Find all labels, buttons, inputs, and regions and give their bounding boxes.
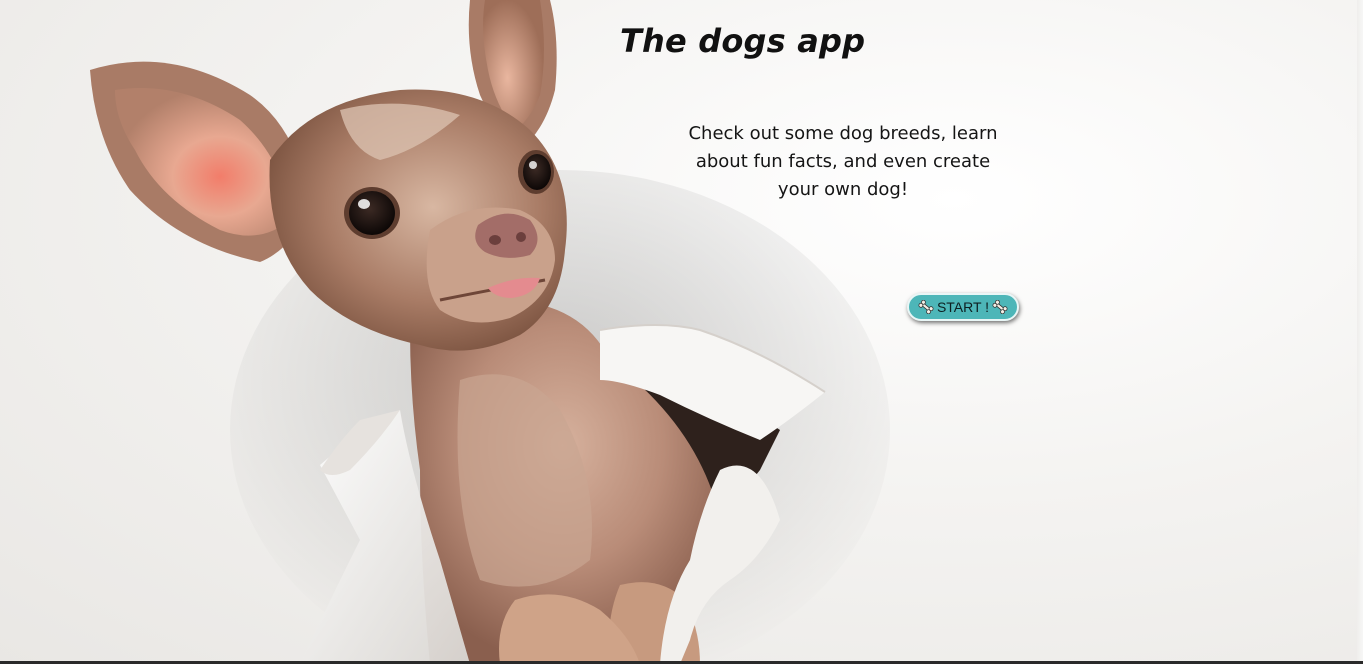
- start-button[interactable]: START !: [907, 293, 1019, 321]
- chihuahua-hero-image: [90, 0, 890, 664]
- page-edge: [1357, 0, 1363, 664]
- bone-icon: [992, 300, 1008, 314]
- app-description: Check out some dog breeds, learn about f…: [688, 123, 998, 200]
- bone-icon: [918, 300, 934, 314]
- start-button-label: START !: [936, 299, 990, 315]
- landing-page: The dogs app Check out some dog breeds, …: [0, 0, 1363, 664]
- app-title: The dogs app: [620, 22, 866, 60]
